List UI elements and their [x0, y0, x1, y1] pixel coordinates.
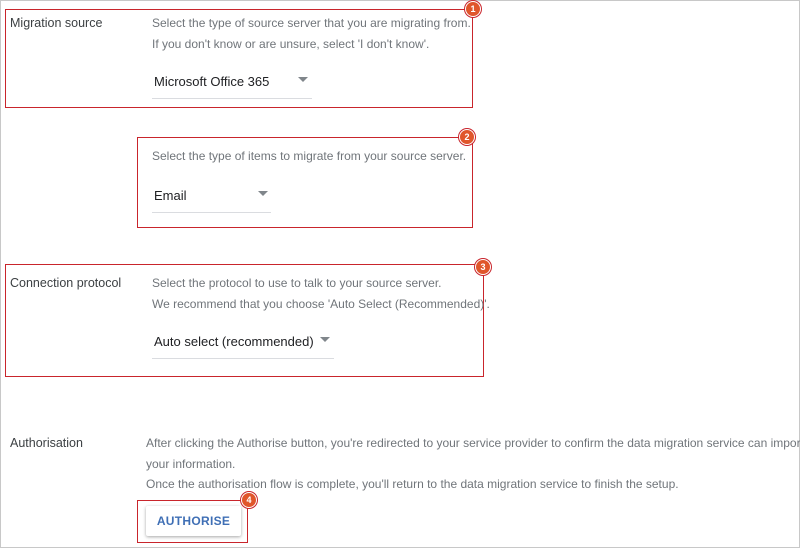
migration-source-desc-2: If you don't know or are unsure, select … [152, 37, 430, 51]
items-desc-1: Select the type of items to migrate from… [152, 149, 467, 163]
items-select[interactable]: Email [152, 182, 271, 214]
connection-protocol-desc-2: We recommend that you choose 'Auto Selec… [152, 297, 490, 311]
select-underline [152, 358, 334, 359]
step-badge-3: 3 [475, 259, 491, 275]
step-badge-2: 2 [459, 129, 475, 145]
migration-source-label: Migration source [10, 16, 103, 30]
select-underline [152, 98, 312, 99]
connection-protocol-select-value: Auto select (recommended) [154, 334, 314, 349]
authorise-button[interactable]: AUTHORISE [146, 506, 241, 536]
connection-protocol-label: Connection protocol [10, 276, 122, 290]
chevron-down-icon [298, 77, 308, 82]
connection-protocol-desc-1: Select the protocol to use to talk to yo… [152, 276, 442, 290]
migration-source-select[interactable]: Microsoft Office 365 [152, 68, 312, 100]
items-select-value: Email [154, 188, 187, 203]
step-badge-4: 4 [241, 492, 257, 508]
step-badge-1: 1 [465, 1, 481, 17]
chevron-down-icon [320, 337, 330, 342]
authorisation-label: Authorisation [10, 436, 83, 450]
migration-source-select-value: Microsoft Office 365 [154, 74, 270, 89]
select-underline [152, 212, 271, 213]
migration-source-desc-1: Select the type of source server that yo… [152, 16, 471, 30]
connection-protocol-select[interactable]: Auto select (recommended) [152, 328, 334, 360]
authorisation-desc-1: After clicking the Authorise button, you… [146, 436, 800, 450]
chevron-down-icon [258, 191, 268, 196]
authorisation-desc-3: Once the authorisation flow is complete,… [146, 477, 679, 491]
authorisation-desc-2: your information. [146, 457, 236, 471]
